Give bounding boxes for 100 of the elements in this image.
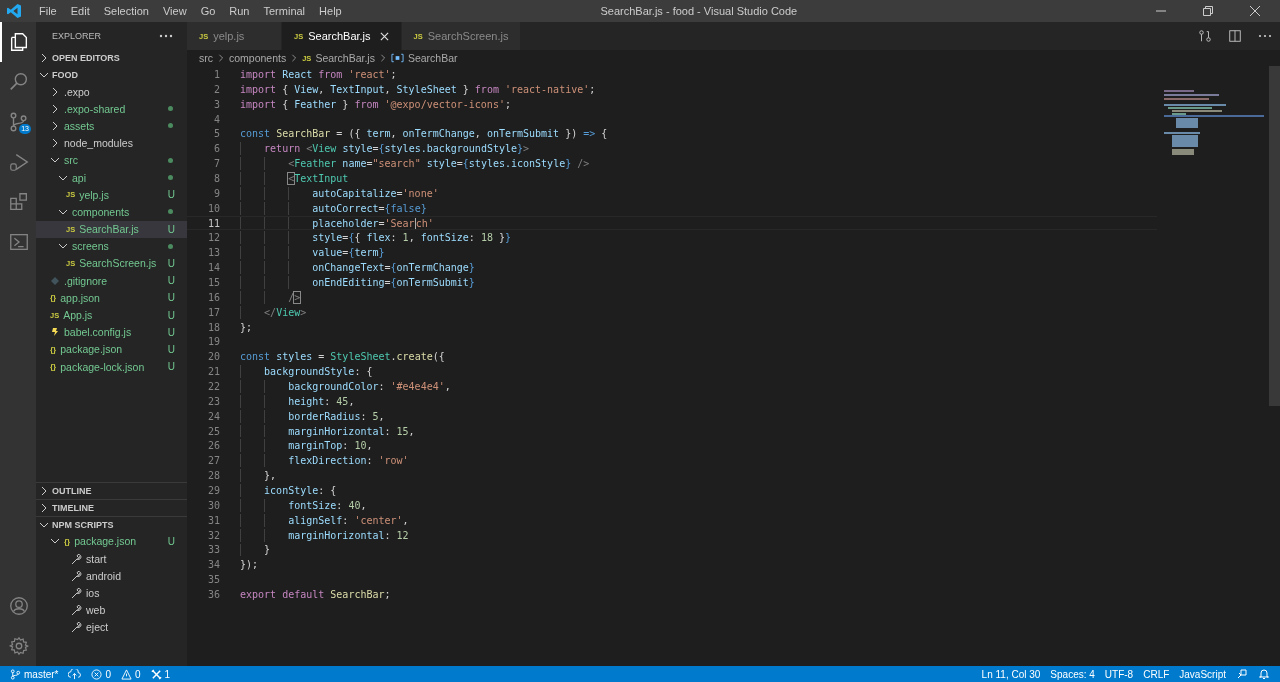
section-header[interactable]: NPM SCRIPTS [36,515,187,533]
status-text[interactable]: master* [24,668,59,680]
json-file-icon: {} [50,344,57,354]
tree-item[interactable]: node_modules [36,134,187,152]
code-line: backgroundStyle: { [240,365,373,379]
git-status: U [167,361,175,373]
file-name: SearchScreen.js [79,257,158,270]
code-line: fontSize: 40, [240,498,367,512]
section-header[interactable]: OUTLINE [36,481,187,499]
bell-icon[interactable] [1258,668,1270,680]
status-item[interactable]: Ln 11, Col 30 [981,668,1041,680]
breadcrumb-item[interactable]: src [199,52,213,64]
tree-item[interactable]: screens [36,237,187,255]
menu-item[interactable]: File [32,5,64,17]
code-line: backgroundColor: '#e4e4e4', [240,380,451,393]
code-line: <Feather name="search" style={styles.iconStyle} /> [240,157,590,170]
breadcrumb-item[interactable]: components [229,52,287,64]
line-number: 4 [212,113,220,125]
code-line: import React from 'react'; [240,68,397,81]
script-name: start [86,552,108,565]
status-text[interactable]: 0 [105,668,111,680]
sync-icon[interactable] [68,668,82,680]
tree-item[interactable]: .gitignore U [36,272,187,290]
tree-item[interactable]: {} package-lock.json U [36,358,187,376]
menu-item[interactable]: Help [312,5,349,17]
tree-item[interactable]: {} package.json U [36,340,187,358]
line-number: 23 [206,395,220,407]
code-line: const SearchBar = ({ term, onTermChange, onTermSubmit }) => { [240,127,608,141]
tree-item[interactable]: web [36,601,187,619]
file-name: yelp.js [79,188,110,201]
tree-item[interactable]: android [36,567,187,585]
breadcrumb-item[interactable]: SearchBar [407,52,458,64]
line-number: 17 [206,306,220,318]
tools-icon[interactable] [150,668,162,680]
line-number: 32 [206,529,220,541]
tree-item[interactable]: .expo-shared [36,100,187,118]
window-title: SearchBar.js - food - Visual Studio Code [599,5,799,17]
status-text[interactable]: 0 [135,668,141,680]
line-number: 9 [212,187,220,199]
chevron-icon [217,54,225,62]
line-number: 14 [206,262,220,274]
compare-icon[interactable] [1198,29,1212,43]
git-status: U [167,223,175,235]
section-header[interactable]: FOOD [36,66,187,83]
status-item[interactable]: JavaScript [1179,668,1226,680]
warning-icon[interactable] [121,668,132,680]
code-line: iconStyle: { [240,484,337,497]
menu-item[interactable]: View [155,5,194,17]
menu-item[interactable]: Run [222,5,257,17]
tree-item[interactable]: eject [36,618,187,636]
menu-item[interactable]: Go [193,5,223,17]
status-item[interactable]: CRLF [1143,668,1170,680]
line-number: 31 [206,514,220,526]
split-editor-icon[interactable] [1228,29,1242,43]
restore-icon[interactable] [1202,5,1214,17]
scrollbar-thumb[interactable] [1269,66,1280,406]
tree-item[interactable]: .expo [36,83,187,101]
menu-item[interactable]: Terminal [256,5,313,17]
menu-item[interactable]: Selection [96,5,156,17]
diamond-icon [50,275,60,286]
tree-item[interactable]: components [36,203,187,221]
status-text[interactable]: 1 [164,668,171,680]
tree-item[interactable]: assets [36,117,187,135]
feedback-icon[interactable] [1236,668,1248,680]
close-icon[interactable] [1249,5,1261,17]
more-icon[interactable] [1258,34,1272,38]
tree-item[interactable]: start [36,550,187,568]
file-name: node_modules [64,137,134,150]
close-icon[interactable] [379,31,389,41]
status-item[interactable]: UTF-8 [1104,668,1134,680]
git-status: U [167,189,175,201]
tree-item[interactable]: babel.config.js U [36,323,187,341]
line-number: 18 [206,321,220,333]
tree-item[interactable]: {} app.json U [36,289,187,307]
code-line: onChangeText={onTermChange} [240,261,475,275]
tree-item[interactable]: {} package.json U [36,532,187,551]
section-header[interactable]: OPEN EDITORS [36,49,187,66]
line-number: 10 [206,202,220,214]
tree-item[interactable]: ios [36,584,187,602]
git-status: U [167,535,175,547]
line-number: 2 [212,83,220,95]
more-icon[interactable] [159,33,173,38]
code-line: autoCapitalize='none' [240,186,439,200]
file-name: babel.config.js [64,326,133,339]
breadcrumb-item[interactable]: SearchBar.js [315,52,375,64]
section-header[interactable]: TIMELINE [36,498,187,516]
error-icon[interactable] [91,668,103,680]
menu-item[interactable]: Edit [63,5,97,17]
line-number: 15 [206,276,220,288]
line-number: 20 [206,351,220,363]
tree-item[interactable]: api [36,168,187,187]
tree-item[interactable]: src [36,151,187,169]
branch-icon[interactable] [10,668,21,680]
extensions-icon [8,191,30,213]
code-line: } [240,543,271,557]
line-number: 3 [212,98,220,110]
line-number: 36 [206,589,220,600]
line-number: 34 [206,559,220,571]
status-item[interactable]: Spaces: 4 [1050,668,1095,680]
git-status: U [167,343,175,355]
